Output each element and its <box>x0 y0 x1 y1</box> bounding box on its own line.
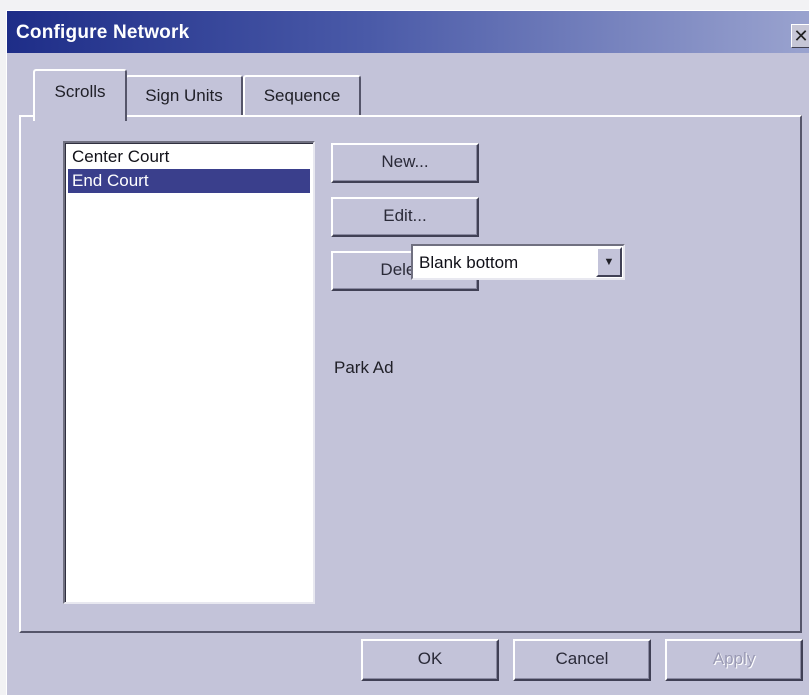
apply-button-label: Apply <box>712 649 756 668</box>
edit-button[interactable]: Edit... <box>331 197 479 237</box>
park-ad-label: Park Ad <box>334 358 394 377</box>
chevron-down-icon: ▼ <box>603 256 615 268</box>
apply-button[interactable]: Apply <box>665 639 803 681</box>
ok-button[interactable]: OK <box>361 639 499 681</box>
cancel-button[interactable]: Cancel <box>513 639 651 681</box>
park-ad-select[interactable]: Blank bottom ▼ <box>411 244 625 280</box>
new-button-label: New... <box>381 152 429 171</box>
configure-network-dialog: Configure Network ✕ Sign Units Sequence … <box>6 10 809 695</box>
scroll-list[interactable]: Center Court End Court <box>63 141 315 604</box>
tab-sign-units[interactable]: Sign Units <box>125 75 243 115</box>
ok-button-label: OK <box>417 649 443 668</box>
scrolls-tab-panel: Center Court End Court New... Edit... De… <box>19 115 802 633</box>
tab-sequence[interactable]: Sequence <box>243 75 361 115</box>
title-bar[interactable]: Configure Network ✕ <box>7 11 809 54</box>
window-title: Configure Network <box>16 22 190 43</box>
tab-scrolls-label: Scrolls <box>54 82 106 101</box>
park-ad-dropdown-button[interactable]: ▼ <box>596 247 622 277</box>
close-button[interactable]: ✕ <box>791 24 809 48</box>
park-ad-value: Blank bottom <box>419 253 519 272</box>
list-item-end-court[interactable]: End Court <box>68 169 310 193</box>
tab-scrolls[interactable]: Scrolls <box>33 69 127 121</box>
edit-button-label: Edit... <box>383 206 427 225</box>
cancel-button-label: Cancel <box>555 649 609 668</box>
close-icon: ✕ <box>793 26 809 46</box>
tab-sequence-label: Sequence <box>263 86 341 105</box>
tab-sign-units-label: Sign Units <box>145 86 223 105</box>
list-item-center-court[interactable]: Center Court <box>68 145 310 169</box>
new-button[interactable]: New... <box>331 143 479 183</box>
